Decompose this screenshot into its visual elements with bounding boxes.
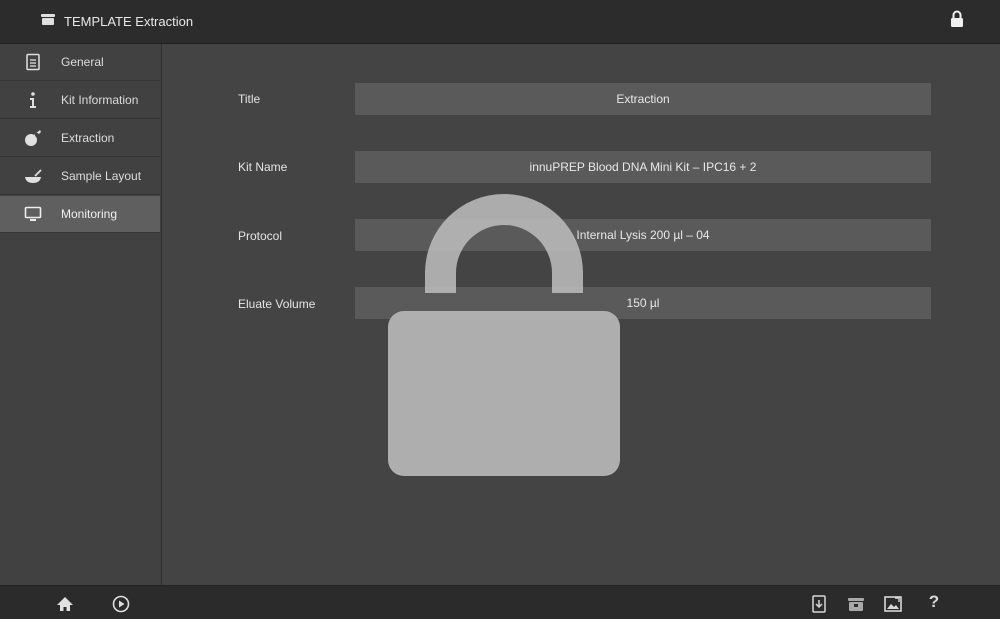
template-box-icon[interactable] [846, 594, 866, 614]
template-icon [41, 14, 55, 25]
bottom-toolbar: ? [0, 585, 1000, 619]
eluate-volume-field[interactable]: 150 µl [355, 287, 931, 319]
extraction-icon [25, 130, 41, 146]
monitor-icon [24, 206, 42, 221]
sidebar-item-monitoring[interactable]: Monitoring [0, 196, 160, 233]
title-field[interactable]: Extraction [355, 83, 931, 115]
home-icon[interactable] [55, 594, 75, 614]
document-icon [26, 53, 40, 71]
sidebar-item-sample-layout[interactable]: Sample Layout [0, 158, 160, 195]
title-bar: TEMPLATE Extraction [0, 0, 1000, 44]
lock-icon[interactable] [950, 10, 964, 28]
export-icon[interactable] [809, 594, 829, 614]
image-icon[interactable] [883, 594, 903, 614]
protocol-label: Protocol [238, 229, 283, 243]
sidebar-item-label: General [61, 55, 104, 69]
sidebar-item-kit-information[interactable]: Kit Information [0, 82, 160, 119]
kit-name-field[interactable]: innuPREP Blood DNA Mini Kit – IPC16 + 2 [355, 151, 931, 183]
eluate-volume-label: Eluate Volume [238, 297, 316, 311]
window-title: TEMPLATE Extraction [64, 14, 194, 29]
protocol-field[interactable]: Internal Lysis 200 µl – 04 [355, 219, 931, 251]
sidebar: General Kit Information Extraction Sampl… [0, 44, 162, 585]
info-icon [30, 92, 36, 108]
sidebar-item-extraction[interactable]: Extraction [0, 120, 160, 157]
sidebar-item-label: Sample Layout [61, 169, 142, 183]
sidebar-item-label: Extraction [61, 131, 115, 145]
sidebar-item-label: Kit Information [61, 93, 139, 107]
sidebar-item-label: Monitoring [61, 207, 118, 221]
play-circle-icon[interactable] [111, 594, 131, 614]
sample-tray-icon [25, 169, 42, 183]
sidebar-item-general[interactable]: General [0, 44, 160, 81]
help-icon[interactable]: ? [924, 592, 944, 612]
kit-name-label: Kit Name [238, 160, 288, 174]
title-label: Title [238, 92, 261, 106]
template-details-panel: Title Extraction Kit Name innuPREP Blood… [163, 44, 1000, 585]
